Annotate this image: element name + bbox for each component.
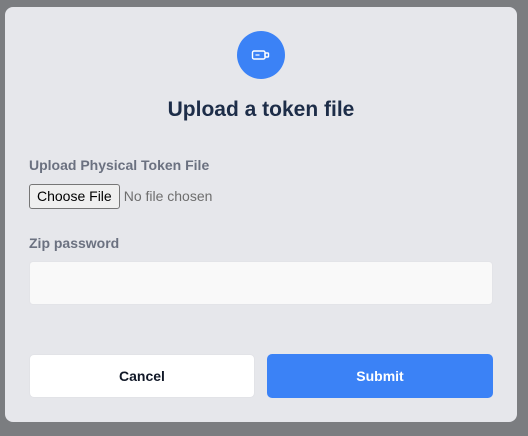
file-field-label: Upload Physical Token File xyxy=(29,157,210,173)
zip-password-label: Zip password xyxy=(29,235,120,251)
zip-password-input[interactable] xyxy=(29,261,493,305)
upload-token-dialog: Upload a token file Upload Physical Toke… xyxy=(5,7,517,422)
cancel-button[interactable]: Cancel xyxy=(29,354,255,398)
file-input: Choose File No file chosen xyxy=(29,183,212,209)
dialog-title: Upload a token file xyxy=(167,98,355,121)
choose-file-button[interactable]: Choose File xyxy=(29,183,120,209)
file-status-text: No file chosen xyxy=(123,188,213,204)
header-icon-badge xyxy=(237,31,285,79)
token-device-icon xyxy=(251,48,271,62)
submit-button[interactable]: Submit xyxy=(267,354,493,398)
